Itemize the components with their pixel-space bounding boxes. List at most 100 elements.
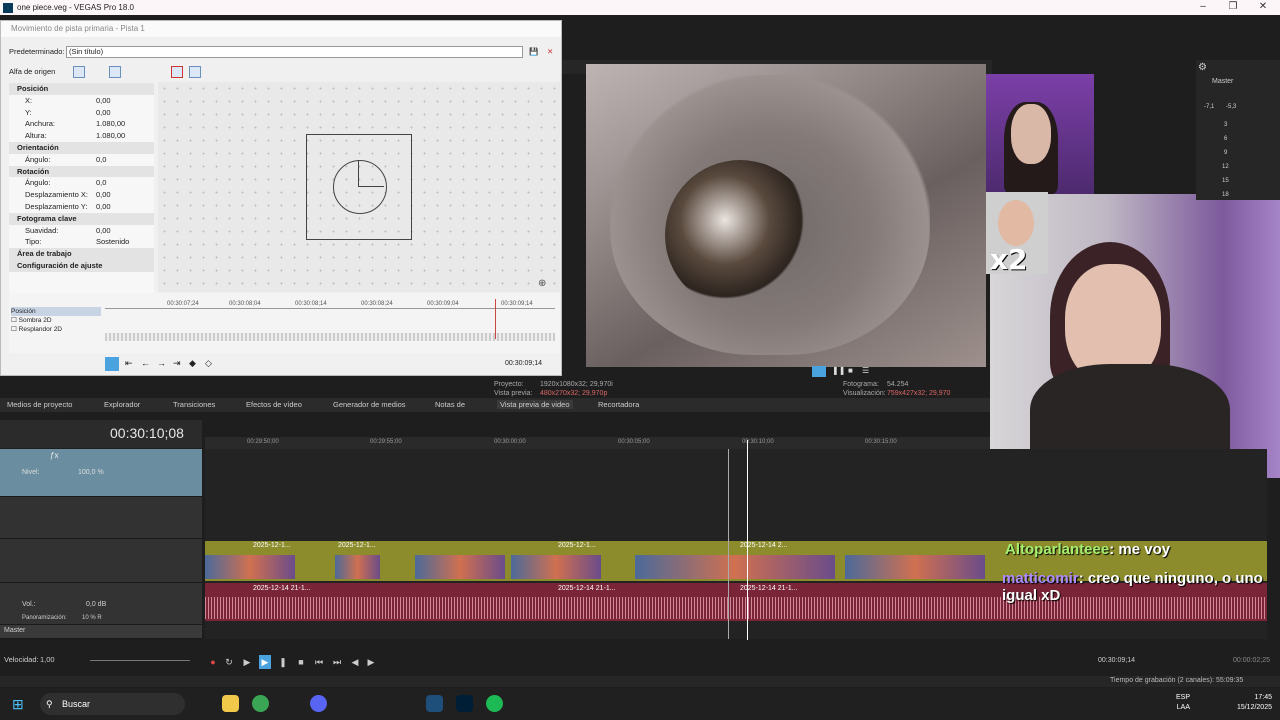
chat-user-1: Altoparlanteee: [1005, 541, 1110, 558]
timeline-ruler[interactable]: 00:29:50;00 00:29:55;00 00:30:00;00 00:3…: [205, 437, 990, 449]
pause-icon[interactable]: ❚: [277, 655, 289, 669]
track-level-label: Nivel:: [22, 469, 40, 476]
speed-slider[interactable]: [90, 660, 190, 661]
prev-frame-icon[interactable]: ◀: [349, 655, 361, 669]
tab-video-fx[interactable]: Efectos de vídeo: [246, 400, 302, 409]
settings-icon[interactable]: ⚙: [1198, 62, 1207, 73]
kf-row-shadow[interactable]: ☐ Sombra 2D: [11, 316, 101, 325]
prop-rot-angle[interactable]: Ángulo: 0,0: [9, 177, 154, 189]
photoshop-icon[interactable]: [456, 695, 473, 712]
tab-transitions[interactable]: Transiciones: [173, 400, 215, 409]
preview-pause-icon[interactable]: ❚❚: [832, 366, 845, 375]
tab-trimmer[interactable]: Recortadora: [598, 400, 639, 409]
next-kf-icon[interactable]: →: [157, 358, 166, 368]
group-workspace[interactable]: Área de trabajo: [9, 248, 154, 260]
vegas-taskbar-icon[interactable]: [426, 695, 443, 712]
kf-row-glow[interactable]: ☐ Resplandor 2D: [11, 325, 101, 334]
file-explorer-icon[interactable]: [222, 695, 239, 712]
tab-project-media[interactable]: Medios de proyecto: [7, 400, 72, 409]
windows-start-icon[interactable]: ⊞: [12, 696, 24, 713]
stop-icon[interactable]: ■: [295, 655, 307, 669]
lock-y-icon[interactable]: [149, 66, 161, 78]
go-to-end-icon[interactable]: ⏭: [331, 655, 343, 669]
record-icon[interactable]: ●: [207, 655, 219, 669]
edit-cursor: [728, 449, 729, 639]
sync-cursor-icon[interactable]: [105, 357, 119, 371]
zoom-icon[interactable]: ⊕: [538, 278, 546, 289]
move-tool-icon[interactable]: [189, 66, 201, 78]
track-header-1[interactable]: Nivel: 100,0 % ƒx: [0, 449, 202, 497]
delete-preset-icon[interactable]: ✕: [547, 45, 553, 59]
lock-x-icon[interactable]: [129, 66, 141, 78]
prevent-scale-icon[interactable]: [223, 66, 235, 78]
close-button[interactable]: ✕: [1248, 0, 1278, 15]
prev-kf-icon[interactable]: ←: [141, 358, 150, 368]
group-keyframe[interactable]: Fotograma clave: [9, 212, 154, 225]
playhead[interactable]: [747, 440, 748, 640]
play-button[interactable]: ▶: [259, 655, 271, 669]
group-position[interactable]: Posición: [9, 83, 154, 95]
prop-x[interactable]: X: 0,00: [9, 95, 154, 107]
source-alpha-dropdown[interactable]: Alfa de origen: [9, 67, 55, 76]
keyframe-ruler[interactable]: 00:30:07;24 00:30:08;04 00:30:08;14 00:3…: [105, 299, 555, 309]
tab-notes[interactable]: Notas de: [435, 400, 465, 409]
display-label: Visualización:: [843, 390, 886, 397]
prop-smoothness[interactable]: Suavidad: 0,00: [9, 225, 154, 237]
prop-type[interactable]: Tipo: Sostenido: [9, 236, 154, 248]
spotify-icon[interactable]: [486, 695, 503, 712]
save-preset-icon[interactable]: 💾: [529, 45, 538, 59]
tab-explorer[interactable]: Explorador: [104, 400, 140, 409]
cursor-time: 00:30:09;14: [1098, 657, 1135, 664]
preview-stop-icon[interactable]: ■: [848, 366, 853, 375]
track-fx-icon[interactable]: ƒx: [50, 451, 58, 460]
preview-play-button[interactable]: [812, 366, 826, 377]
prop-offset-x[interactable]: Desplazamiento X: 0,00: [9, 189, 154, 201]
minimize-button[interactable]: –: [1188, 0, 1218, 15]
edit-in-space-icon[interactable]: [109, 66, 121, 78]
delete-kf-icon[interactable]: ◇: [205, 358, 212, 369]
last-kf-icon[interactable]: ⇥: [173, 358, 181, 369]
prop-height[interactable]: Altura: 1.080,00: [9, 130, 154, 142]
kf-scrollbar[interactable]: [105, 333, 555, 341]
kf-playhead[interactable]: [495, 299, 496, 339]
lock-aspect-icon[interactable]: [207, 66, 219, 78]
preset-select[interactable]: (Sin título): [66, 46, 523, 58]
next-frame-icon[interactable]: ▶: [365, 655, 377, 669]
track-header-2[interactable]: [0, 497, 202, 539]
taskbar-search[interactable]: ⚲ Buscar: [40, 693, 185, 715]
master-track-header[interactable]: Master: [0, 625, 202, 639]
keyframe-timeline: Posición ☐ Sombra 2D ☐ Resplandor 2D 00:…: [9, 293, 560, 353]
group-orientation[interactable]: Orientación: [9, 141, 154, 154]
prop-offset-y[interactable]: Desplazamiento Y: 0,00: [9, 201, 154, 213]
motion-canvas[interactable]: ⊕: [158, 82, 560, 292]
preview-menu-icon[interactable]: ☰: [862, 366, 869, 375]
group-rotation[interactable]: Rotación: [9, 165, 154, 178]
rotation-circle[interactable]: [333, 160, 387, 214]
add-kf-icon[interactable]: ◆: [189, 358, 196, 369]
y-axis-handle[interactable]: [358, 160, 359, 186]
rotate-tool-icon[interactable]: [73, 66, 85, 78]
group-snap-settings[interactable]: Configuración de ajuste: [9, 259, 154, 272]
search-icon: ⚲: [46, 699, 53, 709]
track-header-audio[interactable]: Vol.: 0,0 dB Panoramización: 10 % R: [0, 583, 202, 625]
magnet-icon[interactable]: [91, 66, 103, 78]
play-from-start-icon[interactable]: ▶: [241, 655, 253, 669]
go-to-start-icon[interactable]: ⏮: [313, 655, 325, 669]
chrome-icon[interactable]: [252, 695, 269, 712]
loop-icon[interactable]: ↻: [223, 655, 235, 669]
chat-message-2: matticomir: creo que ninguno, o uno igua…: [1002, 570, 1263, 604]
audio-vol-label: Vol.:: [22, 601, 36, 608]
discord-icon[interactable]: [310, 695, 327, 712]
kf-row-position[interactable]: Posición: [11, 307, 101, 316]
prop-width[interactable]: Anchura: 1.080,00: [9, 118, 154, 130]
first-kf-icon[interactable]: ⇤: [125, 358, 133, 369]
prop-y[interactable]: Y: 0,00: [9, 107, 154, 119]
x-axis-handle[interactable]: [358, 186, 384, 187]
prop-orient-angle[interactable]: Ángulo: 0,0: [9, 154, 154, 166]
tab-video-preview[interactable]: Vista previa de video: [497, 400, 573, 409]
scale-tool-icon[interactable]: [171, 66, 183, 78]
preset-row: Predeterminado: (Sin título) 💾 ✕: [1, 45, 563, 59]
track-header-3[interactable]: [0, 539, 202, 583]
maximize-button[interactable]: ❐: [1218, 0, 1248, 15]
tab-media-generators[interactable]: Generador de medios: [333, 400, 406, 409]
